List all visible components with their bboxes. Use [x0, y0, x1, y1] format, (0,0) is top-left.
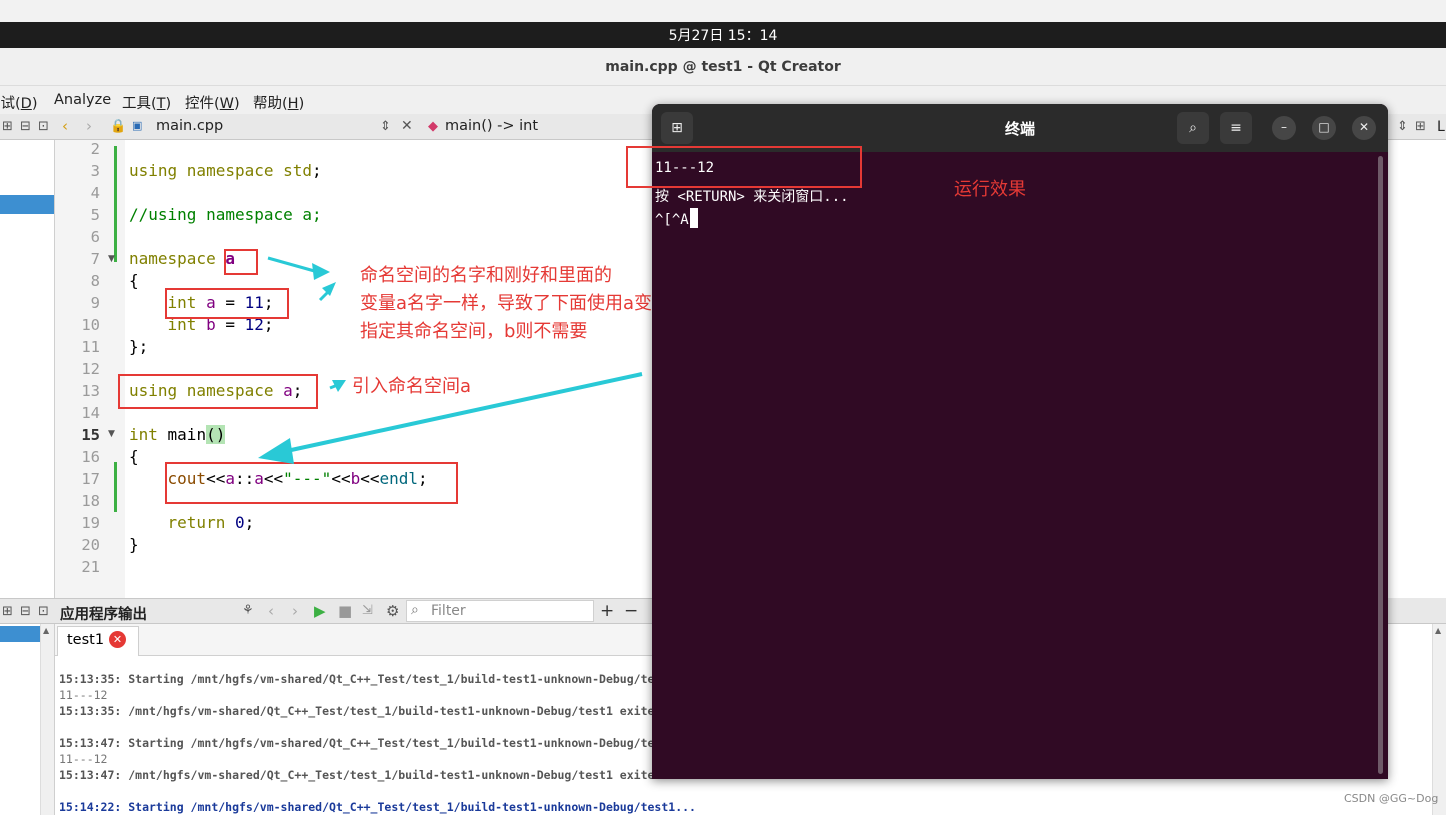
- search-icon[interactable]: ⌕: [1177, 112, 1209, 144]
- output-line: 15:13:47: Starting /mnt/hgfs/vm-shared/Q…: [59, 736, 696, 750]
- output-line: 15:13:35: /mnt/hgfs/vm-shared/Qt_C++_Tes…: [59, 704, 745, 718]
- terminal-scrollbar[interactable]: [1378, 156, 1383, 774]
- split-icon[interactable]: ⊞: [1415, 119, 1426, 134]
- toggle-icon[interactable]: ⊡: [38, 604, 49, 619]
- right-toolbar: [1387, 598, 1446, 624]
- run-icon[interactable]: ▶: [314, 602, 326, 620]
- output-pane-title: 应用程序输出: [60, 607, 147, 623]
- prev-icon[interactable]: ‹: [268, 602, 274, 620]
- sidebar-selection[interactable]: [0, 626, 40, 642]
- search-icon: ⌕: [411, 602, 419, 618]
- tab-test1[interactable]: test1 ✕: [57, 626, 139, 656]
- add-icon[interactable]: +: [600, 601, 614, 621]
- minimize-icon[interactable]: –: [1272, 116, 1296, 140]
- output-line: 15:14:22: Starting /mnt/hgfs/vm-shared/Q…: [59, 800, 696, 814]
- terminal-window[interactable]: ⊞ 终端 ⌕ ≡ – □ ✕ 11---12 按 <RETURN> 来关闭窗口.…: [652, 104, 1388, 779]
- next-icon[interactable]: ›: [292, 602, 298, 620]
- maximize-icon[interactable]: □: [1312, 116, 1336, 140]
- close-tab-icon[interactable]: ✕: [109, 631, 126, 648]
- right-toolbar: ⇕ ⊞ L: [1387, 114, 1446, 140]
- scroll-up-icon[interactable]: ▲: [43, 626, 49, 635]
- settings-icon[interactable]: ⚙: [386, 602, 399, 620]
- close-icon[interactable]: ✕: [1352, 116, 1376, 140]
- tab-label: test1: [67, 632, 105, 648]
- filter-input[interactable]: ⌕ Filter: [406, 600, 594, 622]
- output-line: 15:13:47: /mnt/hgfs/vm-shared/Qt_C++_Tes…: [59, 768, 745, 782]
- terminal-line: ^[^A: [655, 212, 689, 228]
- watermark: CSDN @GG~Dog: [1344, 792, 1439, 805]
- partial-text-icon: L: [1437, 119, 1445, 135]
- terminal-cursor: [690, 208, 698, 228]
- split-icon[interactable]: ⊞: [2, 604, 13, 619]
- menu-icon[interactable]: ≡: [1220, 112, 1252, 144]
- highlight-box: [626, 146, 862, 188]
- output-tabs: [55, 624, 655, 656]
- clean-icon[interactable]: ⚘: [242, 603, 254, 618]
- scrollbar[interactable]: ▲: [1432, 624, 1446, 815]
- output-line: 11---12: [59, 688, 108, 702]
- scrollbar[interactable]: ▲: [40, 624, 54, 815]
- scroll-up-icon[interactable]: ▲: [1435, 626, 1441, 635]
- minus-icon[interactable]: −: [624, 601, 638, 621]
- output-line: 11---12: [59, 752, 108, 766]
- stop-icon[interactable]: ■: [338, 602, 352, 620]
- dropdown-icon[interactable]: ⇕: [1397, 119, 1408, 134]
- terminal-headerbar: ⊞ 终端 ⌕ ≡ – □ ✕: [652, 104, 1388, 152]
- close-split-icon[interactable]: ⊟: [20, 604, 31, 619]
- terminal-line: 按 <RETURN> 来关闭窗口...: [655, 189, 849, 205]
- output-pane-header: ⊞ ⊟ ⊡ 应用程序输出 ⚘ ‹ › ▶ ■ ⇲ ⚙ ⌕ Filter + −: [0, 598, 655, 624]
- output-line: 15:13:35: Starting /mnt/hgfs/vm-shared/Q…: [59, 672, 696, 686]
- filter-placeholder: Filter: [431, 603, 466, 619]
- attach-icon[interactable]: ⇲: [362, 603, 373, 618]
- annotation-text: 运行效果: [954, 179, 1026, 200]
